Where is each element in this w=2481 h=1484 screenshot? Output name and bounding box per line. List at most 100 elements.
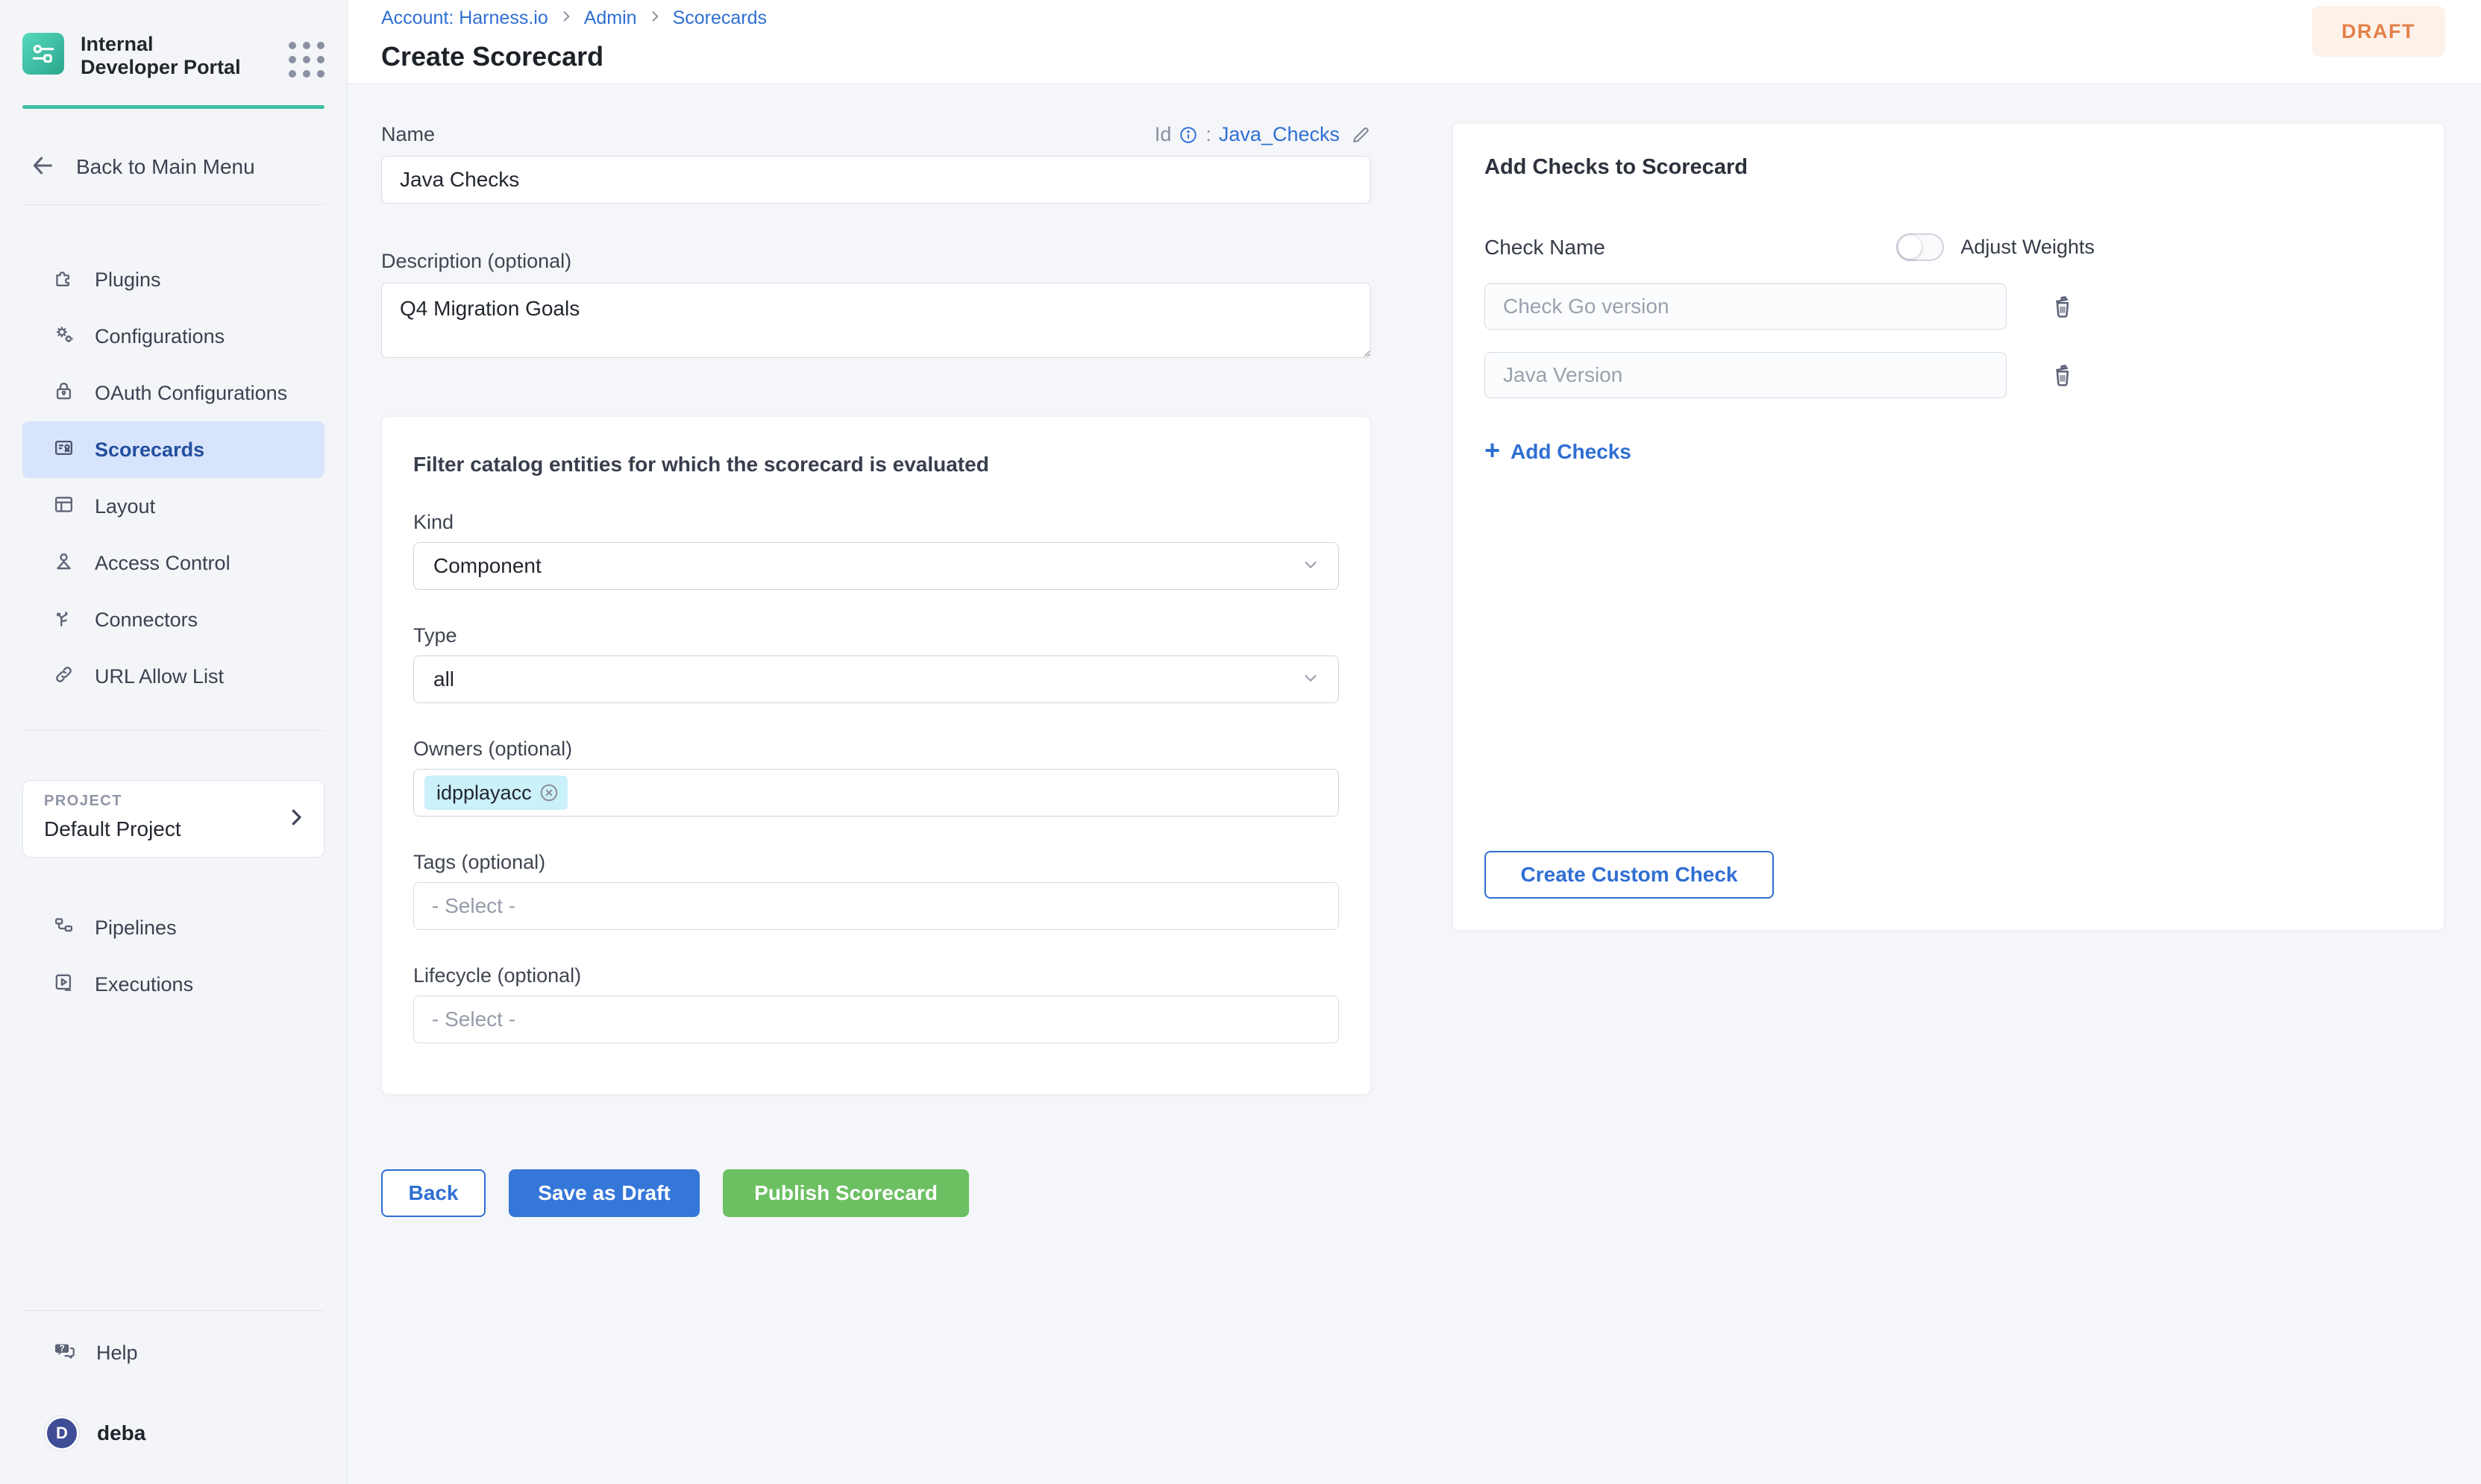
kind-select[interactable]: Component	[413, 542, 1339, 590]
delete-check-icon[interactable]	[2048, 361, 2077, 389]
publish-scorecard-button[interactable]: Publish Scorecard	[723, 1169, 969, 1217]
check-row	[1484, 352, 2412, 398]
create-custom-check-button[interactable]: Create Custom Check	[1484, 851, 1774, 899]
owners-input[interactable]: idpplayacc	[413, 769, 1339, 817]
save-as-draft-button[interactable]: Save as Draft	[509, 1169, 700, 1217]
sidebar-item-access-control[interactable]: Access Control	[22, 535, 324, 591]
help-label: Help	[96, 1342, 138, 1365]
status-badge: DRAFT	[2312, 6, 2445, 57]
layout-icon	[52, 493, 75, 520]
owner-chip: idpplayacc	[424, 776, 568, 810]
user-name: deba	[97, 1421, 145, 1445]
check-name-input-1[interactable]	[1484, 283, 2007, 330]
add-checks-label: Add Checks	[1511, 440, 1631, 464]
remove-owner-icon[interactable]	[538, 782, 560, 804]
name-label: Name	[381, 123, 435, 146]
sidebar-item-executions[interactable]: Executions	[22, 956, 324, 1013]
app-title: Internal Developer Portal	[81, 33, 252, 79]
id-value-link[interactable]: Java_Checks	[1219, 123, 1340, 146]
sidebar-item-plugins[interactable]: Plugins	[22, 251, 324, 308]
connectors-icon	[52, 606, 75, 633]
sidebar-item-label: Connectors	[95, 609, 198, 632]
arrow-left-icon	[30, 153, 55, 182]
lock-icon	[52, 380, 75, 406]
idp-logo-icon	[22, 33, 64, 75]
user-menu[interactable]: D deba	[22, 1405, 324, 1462]
type-select[interactable]: all	[413, 655, 1339, 703]
scorecard-form: Name Id : Java_Checks	[381, 123, 1371, 1484]
description-textarea[interactable]: Q4 Migration Goals	[381, 283, 1371, 358]
owner-chip-label: idpplayacc	[436, 782, 532, 805]
sidebar-item-label: OAuth Configurations	[95, 382, 287, 405]
checks-heading: Add Checks to Scorecard	[1484, 155, 2412, 180]
lifecycle-label: Lifecycle (optional)	[413, 964, 1339, 987]
scorecard-icon	[52, 436, 75, 463]
sidebar-item-scorecards[interactable]: Scorecards	[22, 421, 324, 478]
sidebar-item-label: Layout	[95, 495, 155, 518]
sidebar-item-layout[interactable]: Layout	[22, 478, 324, 535]
sidebar-item-configurations[interactable]: Configurations	[22, 308, 324, 365]
check-name-label: Check Name	[1484, 236, 1605, 260]
project-selector[interactable]: PROJECT Default Project	[22, 780, 324, 858]
type-label: Type	[413, 624, 1339, 647]
id-separator: :	[1205, 123, 1211, 146]
back-to-main-menu[interactable]: Back to Main Menu	[22, 146, 324, 188]
divider	[22, 730, 324, 731]
main-content: Account: Harness.io Admin Scorecards Cre…	[348, 0, 2481, 1484]
brand-underline	[22, 105, 324, 109]
back-label: Back to Main Menu	[76, 155, 255, 179]
sidebar-item-label: URL Allow List	[95, 665, 224, 688]
chevron-down-icon	[1301, 668, 1320, 691]
app-root: Internal Developer Portal Back to Main M…	[0, 0, 2481, 1484]
delete-check-icon[interactable]	[2048, 292, 2077, 321]
tags-input[interactable]	[413, 882, 1339, 930]
breadcrumb-scorecards-link[interactable]: Scorecards	[673, 7, 767, 29]
add-checks-panel: Add Checks to Scorecard Check Name Adjus…	[1452, 123, 2444, 931]
tags-label: Tags (optional)	[413, 851, 1339, 874]
owners-label: Owners (optional)	[413, 738, 1339, 761]
chevron-right-icon	[647, 9, 662, 28]
link-icon	[52, 663, 75, 690]
breadcrumb-account-link[interactable]: Account: Harness.io	[381, 7, 548, 29]
lifecycle-input[interactable]	[413, 996, 1339, 1043]
filter-heading: Filter catalog entities for which the sc…	[413, 453, 1339, 477]
adjust-weights-label: Adjust Weights	[1960, 236, 2095, 259]
type-select-value: all	[433, 667, 454, 691]
sidebar-item-connectors[interactable]: Connectors	[22, 591, 324, 648]
project-name: Default Project	[44, 817, 306, 841]
gears-icon	[52, 323, 75, 350]
page-title: Create Scorecard	[381, 41, 767, 72]
page-header: Account: Harness.io Admin Scorecards Cre…	[348, 0, 2481, 84]
help-chat-icon: ?	[52, 1339, 77, 1367]
plus-icon: +	[1484, 437, 1500, 464]
sidebar-item-pipelines[interactable]: Pipelines	[22, 899, 324, 956]
divider	[22, 1310, 324, 1311]
sidebar-item-help[interactable]: ? Help	[22, 1324, 324, 1381]
sidebar-item-label: Configurations	[95, 325, 225, 348]
info-icon[interactable]	[1179, 125, 1198, 145]
pipelines-icon	[52, 914, 75, 941]
sidebar-item-label: Executions	[95, 973, 193, 996]
avatar: D	[45, 1416, 79, 1450]
person-icon	[52, 550, 75, 576]
chevron-right-icon	[285, 806, 307, 832]
chevron-right-icon	[559, 9, 574, 28]
id-label: Id	[1155, 123, 1172, 146]
edit-pencil-icon[interactable]	[1350, 125, 1371, 145]
sidebar-item-url-allow-list[interactable]: URL Allow List	[22, 648, 324, 705]
sidebar-item-oauth-configurations[interactable]: OAuth Configurations	[22, 365, 324, 421]
breadcrumb-admin-link[interactable]: Admin	[584, 7, 637, 29]
puzzle-icon	[52, 266, 75, 293]
chevron-down-icon	[1301, 555, 1320, 578]
back-button[interactable]: Back	[381, 1169, 486, 1217]
sidebar-item-label: Access Control	[95, 552, 230, 575]
executions-icon	[52, 971, 75, 998]
sidebar: Internal Developer Portal Back to Main M…	[0, 0, 348, 1484]
kind-label: Kind	[413, 511, 1339, 534]
name-input[interactable]	[381, 156, 1371, 204]
check-name-input-2[interactable]	[1484, 352, 2007, 398]
kind-select-value: Component	[433, 554, 542, 578]
adjust-weights-toggle[interactable]	[1896, 233, 1944, 261]
add-checks-button[interactable]: + Add Checks	[1484, 440, 1631, 464]
app-switcher-grid-icon[interactable]	[289, 42, 324, 78]
